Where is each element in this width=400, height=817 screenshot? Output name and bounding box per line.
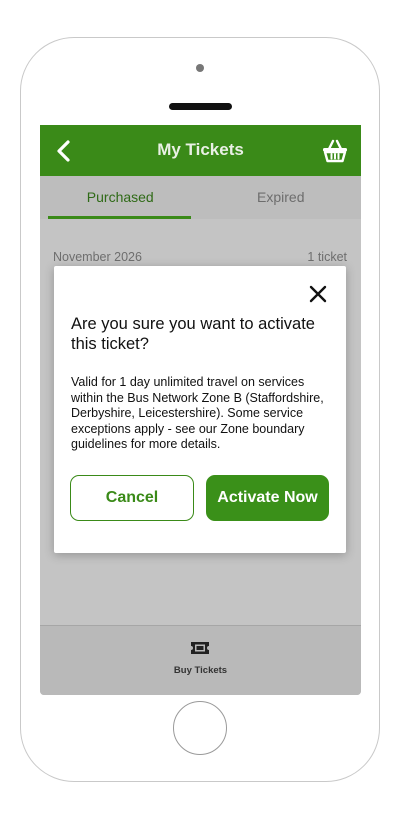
dialog-body: Valid for 1 day unlimited travel on serv… — [71, 375, 324, 451]
bottom-nav: Buy Tickets — [40, 625, 361, 695]
ticket-tabs: Purchased Expired — [40, 176, 361, 219]
active-tab-indicator — [48, 216, 191, 219]
home-button[interactable] — [173, 701, 227, 755]
month-label: November 2026 — [53, 250, 142, 264]
cancel-button[interactable]: Cancel — [70, 475, 194, 521]
nav-buy-tickets[interactable]: Buy Tickets — [40, 665, 361, 676]
activate-now-button[interactable]: Activate Now — [206, 475, 329, 521]
speaker-slot — [169, 103, 232, 110]
page-title: My Tickets — [157, 140, 244, 159]
tab-purchased[interactable]: Purchased — [40, 176, 201, 219]
ticket-count: 1 ticket — [307, 250, 347, 264]
month-group-header: November 2026 1 ticket — [53, 250, 347, 264]
basket-icon[interactable] — [321, 138, 349, 164]
dialog-title: Are you sure you want to activate this t… — [71, 315, 315, 353]
close-icon[interactable] — [308, 284, 328, 304]
tab-expired[interactable]: Expired — [201, 176, 362, 219]
app-header: My Tickets — [40, 125, 361, 176]
camera-dot — [196, 64, 204, 72]
activate-ticket-dialog: Are you sure you want to activate this t… — [54, 266, 346, 553]
ticket-icon[interactable] — [190, 640, 210, 656]
